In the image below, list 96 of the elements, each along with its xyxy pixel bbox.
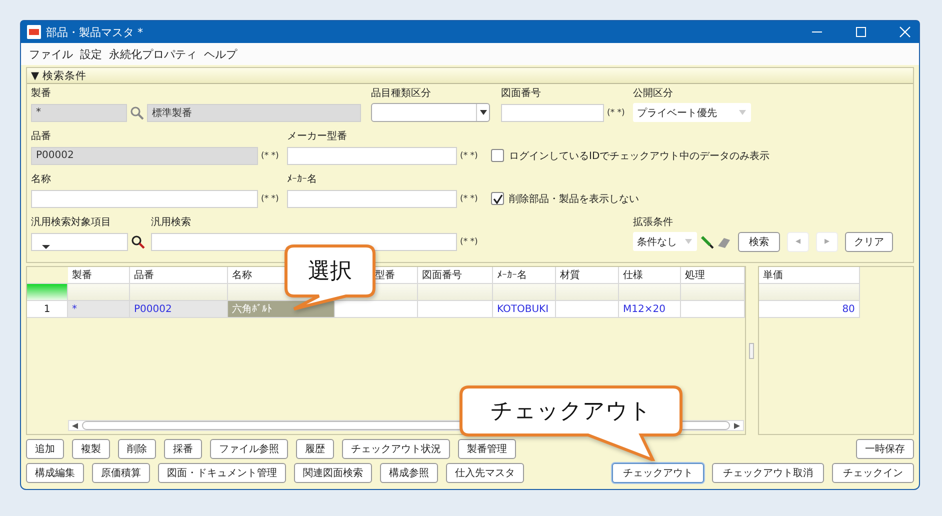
menu-item[interactable]: ヘルプ xyxy=(204,46,237,62)
button[interactable]: クリア xyxy=(845,232,893,252)
button[interactable]: 製番管理 xyxy=(458,439,516,459)
table-cell[interactable]: * xyxy=(68,301,130,318)
button[interactable]: 構成参照 xyxy=(380,463,438,483)
app-icon xyxy=(27,25,41,39)
dropdown[interactable]: プライベート優先 xyxy=(633,103,751,122)
menu-item[interactable]: 設定 xyxy=(80,46,102,62)
filter-cell[interactable] xyxy=(418,284,493,301)
row-number: 1 xyxy=(27,301,68,318)
input-field[interactable]: * xyxy=(31,104,127,122)
panel-title[interactable]: ▼ 検索条件 xyxy=(31,68,86,82)
scroll-right-icon[interactable] xyxy=(734,422,740,428)
button[interactable]: ファイル参照 xyxy=(210,439,288,459)
button[interactable]: 追加 xyxy=(26,439,64,459)
field-label: 汎用検索対象項目 xyxy=(31,216,112,229)
button[interactable]: 検索 xyxy=(738,232,780,252)
input-field[interactable]: P00002 xyxy=(31,146,258,164)
filter-cell[interactable] xyxy=(68,284,130,301)
button[interactable]: 仕入先マスタ xyxy=(446,463,524,483)
button[interactable]: 図面・ドキュメント管理 xyxy=(158,463,286,483)
button[interactable]: チェックイン xyxy=(832,463,914,483)
search-icon[interactable] xyxy=(131,234,145,248)
column-header[interactable]: ﾒｰｶｰ名 xyxy=(493,267,556,284)
button[interactable]: 一時保存 xyxy=(856,439,914,459)
table-cell[interactable]: KOTOBUKI xyxy=(493,301,556,318)
pencil-icon[interactable] xyxy=(700,234,714,248)
field-label: 品目種類区分 xyxy=(371,87,432,100)
wildcard-hint: (* *) xyxy=(460,150,478,160)
caret-icon xyxy=(480,110,486,115)
table-cell[interactable]: M12×20 xyxy=(619,301,681,318)
wildcard-hint: (* *) xyxy=(607,108,625,118)
column-header[interactable]: 品番 xyxy=(130,267,228,284)
table-cell[interactable] xyxy=(681,301,745,318)
button[interactable]: 履歴 xyxy=(296,439,334,459)
button[interactable]: 構成編集 xyxy=(26,463,84,483)
checkbox[interactable] xyxy=(491,149,504,162)
button[interactable]: チェックアウト取消 xyxy=(712,463,824,483)
splitter-handle[interactable] xyxy=(749,342,754,358)
button[interactable]: 原価積算 xyxy=(92,463,150,483)
checkbox-label[interactable]: 削除部品・製品を表示しない xyxy=(509,192,639,206)
wildcard-hint: (* *) xyxy=(261,150,279,160)
column-header[interactable]: 仕様 xyxy=(619,267,681,284)
table-cell[interactable] xyxy=(556,301,619,318)
button[interactable]: チェックアウト xyxy=(612,463,704,483)
field-label: 品番 xyxy=(31,130,52,143)
input-field[interactable] xyxy=(287,190,457,208)
table-cell[interactable] xyxy=(335,301,418,318)
field-label: 図面番号 xyxy=(501,87,542,100)
dropdown[interactable] xyxy=(371,103,490,122)
filter-cell[interactable] xyxy=(758,284,860,301)
filter-cell[interactable] xyxy=(556,284,619,301)
column-header[interactable]: 材質 xyxy=(556,267,619,284)
wildcard-hint: (* *) xyxy=(460,236,478,246)
table-cell[interactable]: P00002 xyxy=(130,301,228,318)
input-field[interactable] xyxy=(31,190,258,208)
field-label: 汎用検索 xyxy=(151,216,192,229)
field-label: 拡張条件 xyxy=(633,216,674,229)
button[interactable]: 採番 xyxy=(164,439,202,459)
column-header[interactable]: 図面番号 xyxy=(418,267,493,284)
table-cell[interactable] xyxy=(418,301,493,318)
filter-cell[interactable] xyxy=(619,284,681,301)
window-title: 部品・製品マスタ * xyxy=(46,24,143,40)
checkbox-label[interactable]: ログインしているIDでチェックアウト中のデータのみ表示 xyxy=(509,148,770,162)
caret-icon xyxy=(739,110,746,115)
input-field[interactable]: 標準製番 xyxy=(147,104,361,122)
field-label: 名称 xyxy=(31,173,52,186)
filter-cell[interactable] xyxy=(130,284,228,301)
scroll-left-icon[interactable] xyxy=(72,422,78,428)
dropdown[interactable]: 条件なし xyxy=(633,232,697,251)
field-label: 製番 xyxy=(31,87,52,100)
field-label: メーカー型番 xyxy=(287,130,348,143)
column-header[interactable]: 単価 xyxy=(758,267,860,284)
wildcard-hint: (* *) xyxy=(460,194,478,204)
button[interactable]: チェックアウト状況 xyxy=(342,439,450,459)
menu-item[interactable]: 永続化プロパティ xyxy=(109,46,197,62)
input-field[interactable] xyxy=(151,232,457,250)
column-header[interactable]: 製番 xyxy=(68,267,130,284)
input-field[interactable] xyxy=(501,104,604,122)
close-icon[interactable] xyxy=(899,26,911,38)
filter-cell[interactable] xyxy=(493,284,556,301)
filter-cell[interactable] xyxy=(681,284,745,301)
input-field[interactable] xyxy=(287,146,457,164)
checkbox[interactable] xyxy=(491,192,504,205)
column-header[interactable]: 処理 xyxy=(681,267,745,284)
button[interactable]: 関連図面検索 xyxy=(294,463,372,483)
maximize-icon[interactable] xyxy=(855,26,867,38)
caret-icon xyxy=(685,239,692,244)
wildcard-hint: (* *) xyxy=(261,194,279,204)
field-label: 公開区分 xyxy=(633,87,674,100)
field-label: ﾒｰｶｰ名 xyxy=(287,173,318,186)
button[interactable]: 複製 xyxy=(72,439,110,459)
button[interactable]: 削除 xyxy=(118,439,156,459)
menu-item[interactable]: ファイル xyxy=(29,46,73,62)
table-cell[interactable]: 80 xyxy=(758,301,860,318)
caret-icon xyxy=(42,244,50,248)
